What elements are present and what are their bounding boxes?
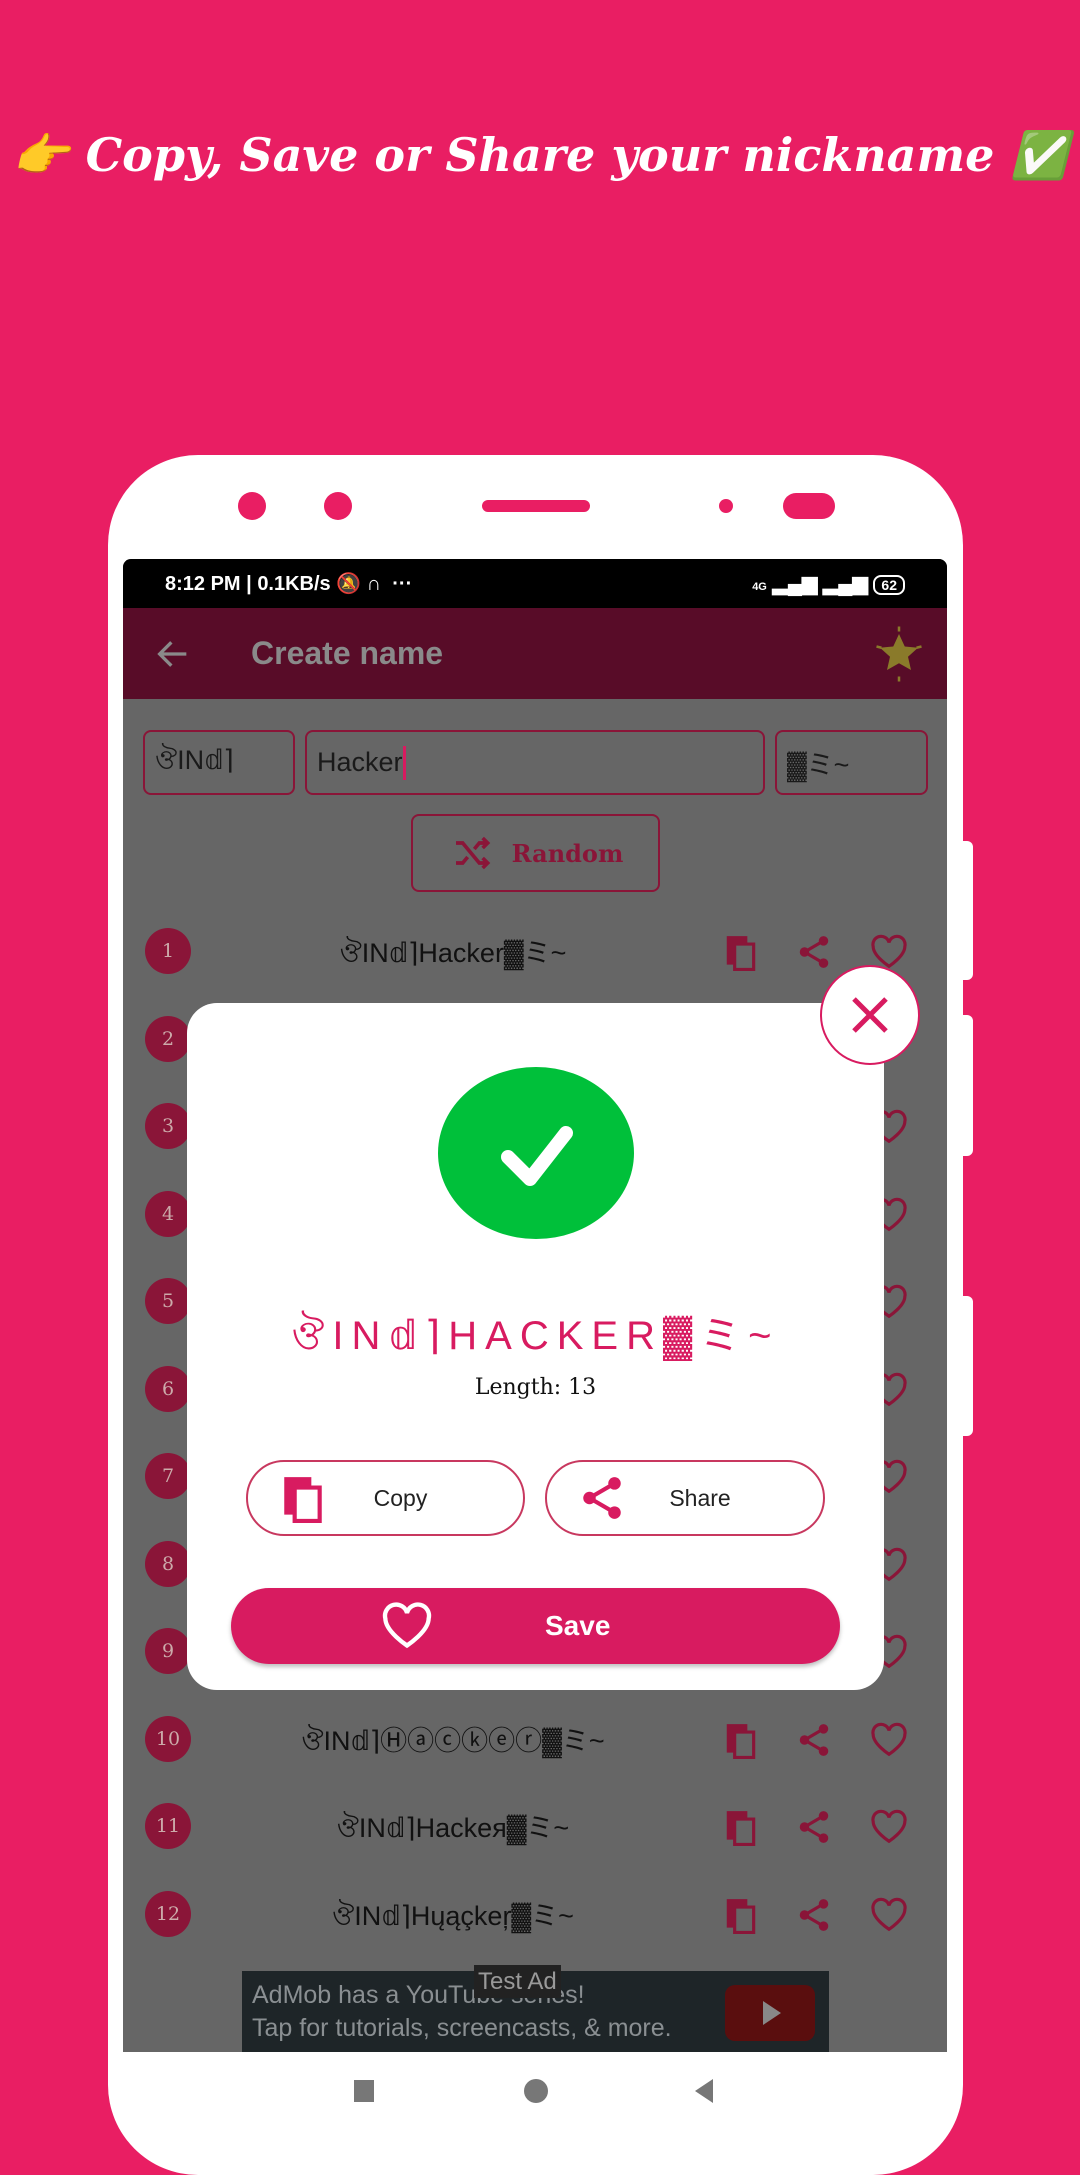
copy-icon[interactable]: [722, 1721, 760, 1759]
battery-icon: 62: [873, 575, 905, 595]
row-number-badge: 8: [145, 1540, 191, 1587]
nickname-length: Length: 13: [474, 1375, 597, 1400]
copy-icon[interactable]: [722, 1808, 760, 1846]
row-number-badge: 9: [145, 1628, 191, 1674]
page-title: Create name: [251, 635, 444, 671]
close-icon: [852, 997, 888, 1033]
suffix-input[interactable]: ▓ミ~: [775, 730, 928, 795]
nickname-row: 11 ঔIN𝕕⌉Hackeя▓ミ~: [123, 1796, 947, 1856]
share-icon[interactable]: [795, 1808, 833, 1846]
heart-icon[interactable]: [870, 1721, 908, 1759]
row-number-badge: 7: [145, 1453, 191, 1499]
share-icon[interactable]: [795, 1721, 833, 1759]
home-icon[interactable]: [524, 2079, 548, 2103]
close-dialog-button[interactable]: [820, 965, 920, 1065]
status-bar: 8:12 PM | 0.1KB/s 🔕 ∩ ··· 4G ▂▄▆ ▂▄▆ 62: [123, 559, 947, 608]
share-icon[interactable]: [795, 933, 833, 971]
share-icon[interactable]: [795, 1896, 833, 1934]
copy-icon: [284, 1477, 322, 1523]
row-number-badge: 11: [145, 1803, 191, 1849]
speaker: [482, 500, 590, 512]
arrow-left-icon[interactable]: [153, 634, 193, 674]
side-button: [963, 1296, 973, 1436]
shuffle-icon: [455, 836, 490, 870]
test-ad-label: Test Ad: [474, 1965, 561, 1998]
back-icon[interactable]: [693, 2078, 715, 2104]
success-check-icon: [438, 1067, 634, 1239]
success-dialog: ঔIN𝕕⌉HACKER▓ミ~ Length: 13 Copy Share Sav…: [187, 1003, 884, 1690]
save-button[interactable]: Save: [231, 1588, 840, 1664]
nickname-text[interactable]: ঔIN𝕕⌉Hųąçkeŗ▓ミ~: [243, 1894, 663, 1941]
camera-pill: [783, 493, 835, 519]
random-button[interactable]: Random: [411, 814, 660, 892]
camera-dot: [238, 492, 266, 520]
side-button: [963, 841, 973, 980]
status-time: 8:12 PM: [165, 573, 241, 595]
row-number-badge: 3: [145, 1103, 191, 1149]
row-number-badge: 5: [145, 1278, 191, 1324]
row-number-badge: 4: [145, 1190, 191, 1237]
row-number-badge: 6: [145, 1365, 191, 1412]
promo-headline: 👉 Copy, Save or Share your nickname ✅: [12, 128, 1068, 182]
side-button: [963, 1015, 973, 1156]
heart-icon[interactable]: [870, 1808, 908, 1846]
copy-icon[interactable]: [722, 933, 760, 971]
ad-banner[interactable]: AdMob has a YouTube series! Tap for tutor…: [242, 1965, 829, 2052]
nickname-text[interactable]: ঔIN𝕕⌉Hackeя▓ミ~: [243, 1806, 663, 1853]
star-sparkle-icon[interactable]: [869, 624, 929, 684]
copy-button[interactable]: Copy: [246, 1460, 525, 1536]
nickname-text[interactable]: ঔIN𝕕⌉Hacker▓ミ~: [243, 931, 663, 978]
heart-icon: [382, 1602, 432, 1649]
row-number-badge: 2: [145, 1015, 191, 1062]
row-number-badge: 12: [145, 1890, 191, 1937]
nickname-row: 12 ঔIN𝕕⌉Hųąçkeŗ▓ミ~: [123, 1884, 947, 1944]
nickname-row: 10 ঔIN𝕕⌉Ⓗⓐⓒⓚⓔⓡ▓ミ~: [123, 1709, 947, 1769]
heart-icon[interactable]: [870, 1896, 908, 1934]
share-button[interactable]: Share: [545, 1460, 825, 1536]
nickname-preview: ঔIN𝕕⌉HACKER▓ミ~: [291, 1314, 780, 1358]
name-input[interactable]: Hacker: [305, 730, 765, 795]
copy-icon[interactable]: [722, 1896, 760, 1934]
prefix-input[interactable]: ঔIN𝕕⌉: [143, 730, 295, 795]
row-number-badge: 1: [145, 928, 191, 974]
youtube-play-icon: [725, 1985, 815, 2041]
led-dot: [719, 499, 733, 513]
network-type: 4G: [752, 581, 767, 593]
navigation-bar: [123, 2052, 947, 2128]
status-speed: 0.1KB/s: [257, 573, 331, 595]
share-icon: [583, 1477, 621, 1519]
recents-icon[interactable]: [354, 2080, 374, 2102]
app-bar: Create name: [123, 608, 947, 699]
sensor-dot: [324, 492, 352, 520]
nickname-text[interactable]: ঔIN𝕕⌉Ⓗⓐⓒⓚⓔⓡ▓ミ~: [243, 1719, 663, 1766]
row-number-badge: 10: [145, 1715, 191, 1762]
